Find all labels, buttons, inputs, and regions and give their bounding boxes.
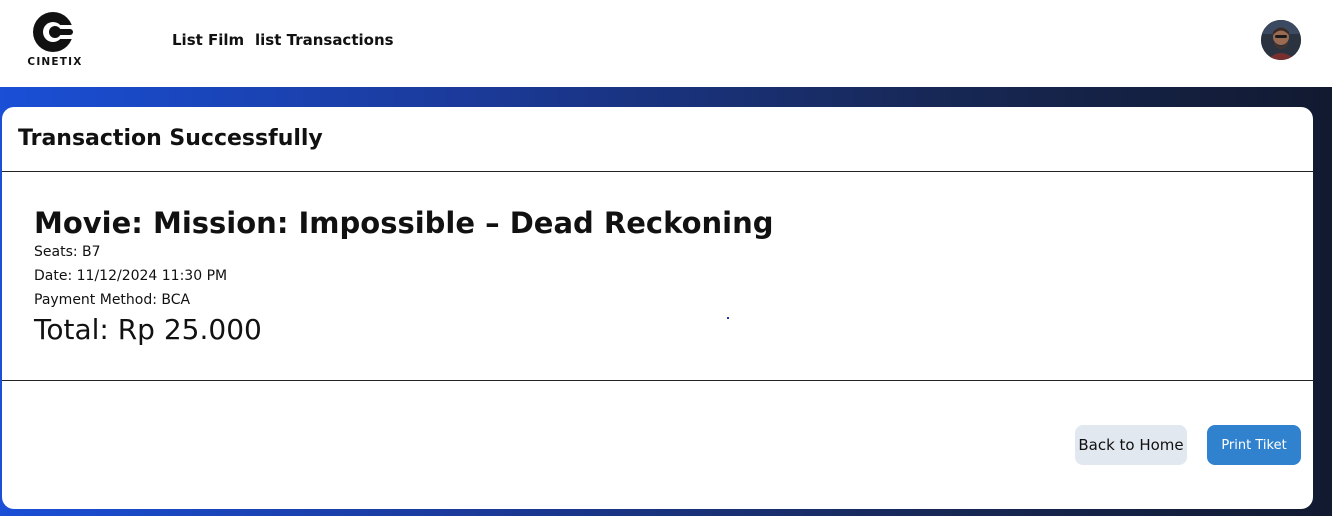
print-ticket-button[interactable]: Print Tiket (1207, 425, 1301, 465)
card-header: Transaction Successfully (2, 107, 1313, 172)
user-avatar[interactable] (1261, 20, 1301, 60)
stray-dot (727, 317, 729, 319)
brand-logo[interactable]: CINETIX (24, 10, 86, 70)
avatar-icon (1261, 20, 1301, 60)
nav-link-list-transactions[interactable]: list Transactions (255, 31, 394, 49)
transaction-card: Transaction Successfully Movie: Mission:… (2, 107, 1313, 509)
cinetix-logo-icon (33, 12, 79, 52)
nav-link-list-film[interactable]: List Film (172, 31, 244, 49)
brand-name: CINETIX (27, 56, 83, 68)
total-price: Total: Rp 25.000 (34, 313, 262, 346)
seats-text: Seats: B7 (34, 244, 101, 260)
back-to-home-button[interactable]: Back to Home (1075, 425, 1187, 465)
card-title: Transaction Successfully (18, 126, 323, 151)
navbar: CINETIX List Film list Transactions (0, 0, 1332, 87)
payment-method-text: Payment Method: BCA (34, 292, 191, 308)
card-body: Movie: Mission: Impossible – Dead Reckon… (2, 172, 1313, 381)
movie-title: Movie: Mission: Impossible – Dead Reckon… (34, 206, 774, 240)
date-text: Date: 11/12/2024 11:30 PM (34, 268, 228, 284)
